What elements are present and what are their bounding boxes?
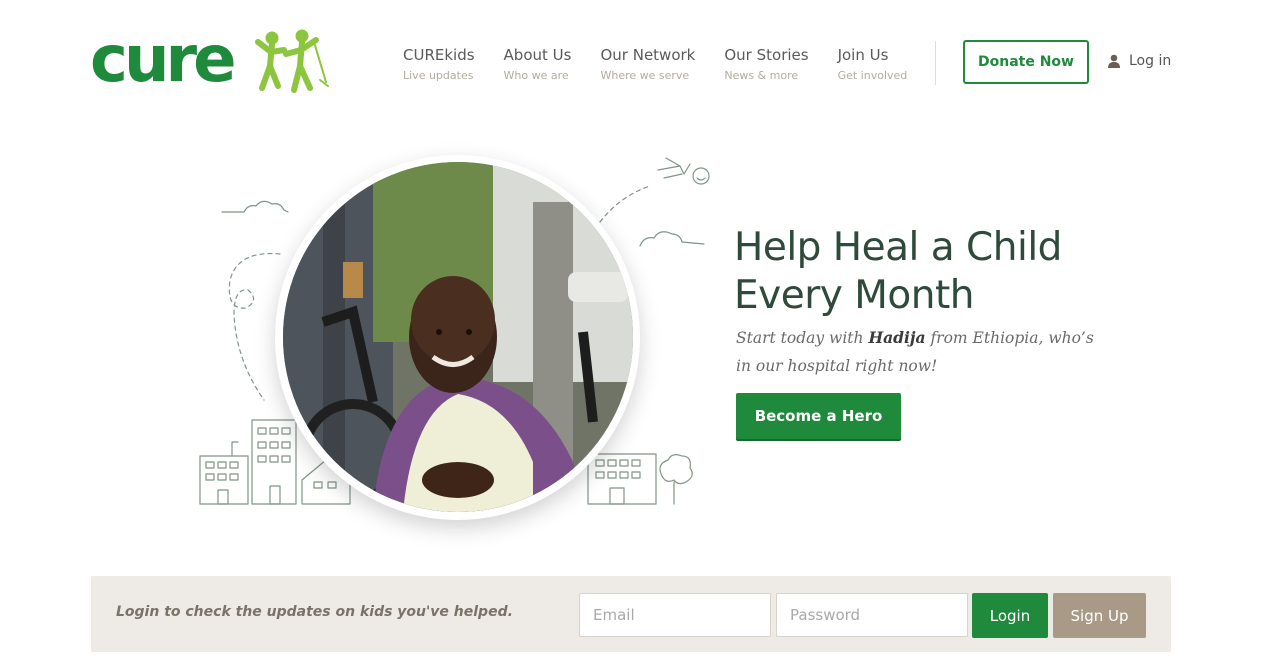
become-a-hero-button[interactable]: Become a Hero [736, 393, 901, 439]
login-button[interactable]: Login [972, 593, 1048, 638]
nav-item-curekids[interactable]: CUREkids Live updates [403, 46, 475, 82]
nav-label: About Us [503, 46, 572, 64]
nav-label: Our Stories [724, 46, 809, 64]
nav-label: CUREkids [403, 46, 475, 64]
nav-label: Join Us [837, 46, 889, 64]
nav-item-our-stories[interactable]: Our Stories News & more [724, 46, 808, 82]
hero-subtitle: Start today with Hadija from Ethiopia, w… [736, 324, 1096, 380]
logo-wordmark: cure [90, 23, 236, 97]
nav-sublabel: Where we serve [600, 69, 690, 82]
kids-figures-icon [255, 29, 329, 93]
nav-item-join-us[interactable]: Join Us Get involved [838, 46, 908, 82]
login-bar: Login to check the updates on kids you'v… [91, 576, 1171, 652]
email-field[interactable] [579, 593, 771, 637]
nav-item-our-network[interactable]: Our Network Where we serve [600, 46, 695, 82]
log-in-label: Log in [1129, 53, 1172, 69]
nav-sublabel: Get involved [837, 69, 908, 82]
main-nav: CUREkids Live updates About Us Who we ar… [403, 46, 936, 82]
child-name: Hadija [868, 328, 926, 347]
child-in-wheelchair-image [283, 162, 633, 512]
hero-title: Help Heal a Child Every Month [734, 225, 1062, 318]
user-icon [1108, 54, 1120, 68]
nav-label: Our Network [600, 46, 696, 64]
donate-now-button[interactable]: Donate Now [963, 40, 1089, 84]
log-in-link[interactable]: Log in [1107, 53, 1171, 69]
nav-divider [935, 41, 936, 85]
hero-text-prefix: Start today with [736, 329, 869, 347]
cure-logo[interactable]: cure [90, 26, 330, 98]
login-bar-message: Login to check the updates on kids you'v… [116, 604, 513, 620]
nav-item-about-us[interactable]: About Us Who we are [504, 46, 572, 82]
nav-sublabel: Who we are [503, 69, 569, 82]
password-field[interactable] [776, 593, 968, 637]
nav-sublabel: Live updates [403, 69, 474, 82]
hero-child-photo [283, 162, 633, 512]
sign-up-button[interactable]: Sign Up [1053, 593, 1146, 638]
nav-sublabel: News & more [724, 69, 799, 82]
